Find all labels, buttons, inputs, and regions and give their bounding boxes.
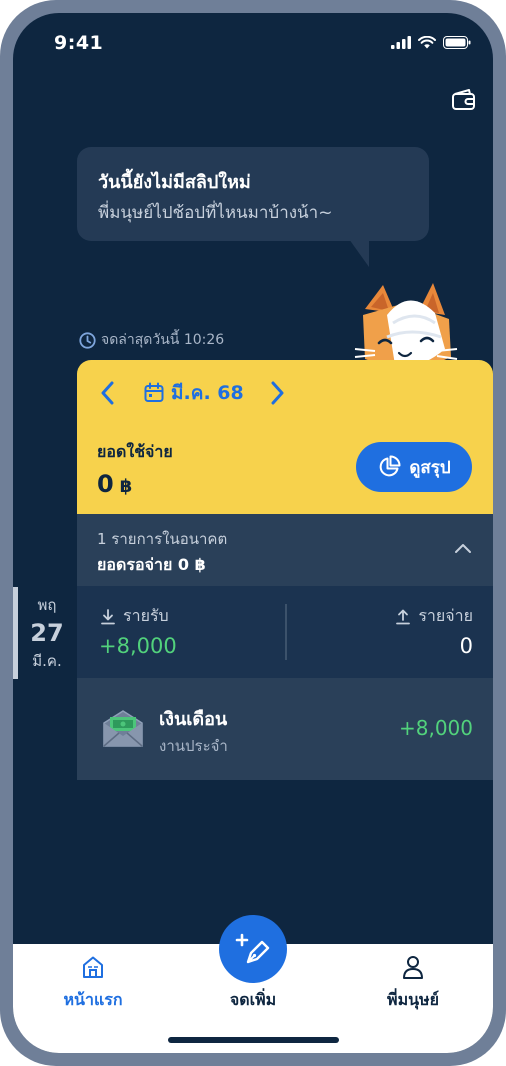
wallet-icon[interactable]	[450, 86, 478, 114]
pie-chart-icon	[380, 455, 401, 477]
home-icon	[83, 956, 103, 978]
status-time: 9:41	[54, 32, 104, 54]
tab-add[interactable]: จดเพิ่ม	[188, 984, 318, 1013]
last-recorded-text: จดล่าสุดวันนี้ 10:26	[101, 332, 225, 348]
date-weekday: พฤ	[37, 596, 57, 614]
upload-arrow-icon	[396, 609, 411, 624]
chevron-right-icon[interactable]	[266, 378, 288, 408]
income-value: +8,000	[99, 634, 177, 658]
tab-home-label: หน้าแรก	[63, 990, 123, 1009]
person-icon	[403, 956, 423, 979]
salary-envelope-icon	[103, 710, 143, 747]
last-recorded: จดล่าสุดวันนี้ 10:26	[79, 329, 224, 351]
calendar-icon	[144, 382, 164, 402]
future-transactions[interactable]: 1 รายการในอนาคต ยอดรอจ่าย 0 ฿	[77, 514, 493, 586]
battery-icon	[443, 36, 471, 49]
add-record-button[interactable]	[219, 915, 287, 983]
spend-currency: ฿	[119, 476, 133, 497]
home-indicator[interactable]	[168, 1037, 339, 1043]
view-summary-label: ดูสรุป	[409, 457, 451, 478]
date-rail[interactable]: พฤ 27 มี.ค.	[23, 593, 71, 673]
bubble-subtitle: พี่มนุษย์ไปช้อปที่ไหนมาบ้างน้า~	[98, 203, 333, 223]
tab-add-label: จดเพิ่ม	[229, 990, 277, 1009]
expense-label: รายจ่าย	[394, 604, 473, 629]
tab-profile[interactable]: พี่มนุษย์	[348, 954, 478, 1013]
expense-value: 0	[459, 634, 473, 658]
app-screen: 9:41 วันนี้ยังไม่มีสลิปใหม่ พี่มนุษย์ไปช…	[13, 13, 493, 1053]
chevron-left-icon[interactable]	[97, 378, 119, 408]
tab-home[interactable]: หน้าแรก	[28, 954, 158, 1013]
device-frame: 9:41 วันนี้ยังไม่มีสลิปใหม่ พี่มนุษย์ไปช…	[0, 0, 506, 1066]
date-day: 27	[30, 619, 64, 647]
status-icons	[391, 36, 471, 49]
tab-profile-label: พี่มนุษย์	[387, 990, 439, 1009]
expense-label-text: รายจ่าย	[418, 606, 473, 625]
date-rail-indicator	[13, 587, 18, 679]
month-label[interactable]: มี.ค. 68	[171, 378, 244, 408]
spend-value: 0 ฿	[97, 470, 132, 498]
income-expense-panel: รายรับ +8,000 รายจ่าย 0	[77, 586, 493, 678]
signal-icon	[391, 36, 411, 49]
spend-amount: 0	[97, 470, 114, 498]
income-expense-divider	[285, 604, 287, 660]
income-label-text: รายรับ	[123, 606, 169, 625]
future-count: 1 รายการในอนาคต	[97, 530, 228, 548]
wifi-icon	[418, 36, 436, 49]
download-arrow-icon	[101, 608, 115, 624]
add-pen-icon	[235, 933, 270, 964]
income-label: รายรับ	[99, 604, 169, 629]
bubble-title: วันนี้ยังไม่มีสลิปใหม่	[98, 172, 251, 193]
month-summary-card: มี.ค. 68 ยอดใช้จ่าย 0 ฿ ดูสรุป	[77, 360, 493, 514]
bubble-tail	[349, 239, 369, 267]
transaction-row[interactable]: เงินเดือน งานประจำ +8,000	[77, 678, 493, 780]
month-navigator: มี.ค. 68	[97, 378, 288, 408]
transaction-category: งานประจำ	[159, 737, 228, 755]
clock-icon	[79, 331, 96, 349]
status-bar: 9:41	[13, 13, 493, 69]
date-month: มี.ค.	[32, 652, 62, 670]
transaction-amount: +8,000	[398, 716, 473, 740]
future-pending: ยอดรอจ่าย 0 ฿	[97, 555, 206, 574]
chevron-up-icon[interactable]	[453, 542, 473, 554]
spend-label: ยอดใช้จ่าย	[97, 442, 173, 461]
transaction-title: เงินเดือน	[159, 709, 228, 730]
cat-speech-bubble: วันนี้ยังไม่มีสลิปใหม่ พี่มนุษย์ไปช้อปที…	[77, 147, 429, 241]
view-summary-button[interactable]: ดูสรุป	[356, 442, 472, 492]
